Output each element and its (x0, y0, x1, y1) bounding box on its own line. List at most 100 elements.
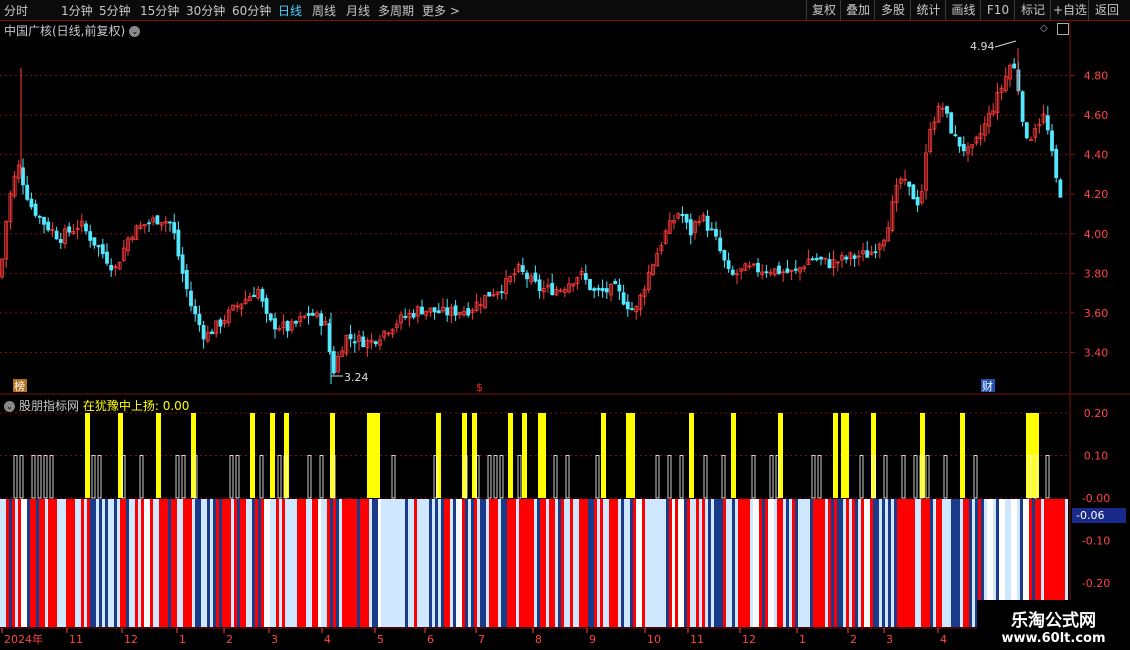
candle-body (873, 251, 878, 254)
candle-body (361, 336, 366, 348)
negative-bar (891, 499, 894, 627)
negative-bar (969, 499, 972, 627)
negative-bar (213, 499, 216, 627)
negative-bar (888, 499, 891, 627)
logo-line2: www.60lt.com (1001, 631, 1106, 646)
negative-bar (39, 499, 42, 627)
candle-body (285, 321, 290, 332)
negative-bar (510, 499, 513, 627)
negative-bar (636, 499, 639, 627)
negative-bar (561, 499, 564, 627)
positive-bar-white (139, 455, 144, 499)
negative-bar (606, 499, 609, 627)
candle-body (819, 256, 823, 260)
positive-bar-white (655, 455, 660, 499)
negative-bar (396, 499, 399, 627)
negative-bar (840, 499, 843, 627)
negative-bar (465, 499, 468, 627)
negative-bar (273, 499, 276, 627)
negative-bar (828, 499, 831, 627)
negative-bar (141, 499, 144, 627)
candle-body (453, 305, 458, 316)
negative-bar (324, 499, 327, 627)
negative-bar (960, 499, 963, 627)
candle-body (604, 288, 609, 293)
negative-bar (651, 499, 654, 627)
negative-bar (546, 499, 549, 627)
current-value-badge: -0.06 (1072, 508, 1126, 523)
negative-bar (861, 499, 864, 627)
negative-bar (9, 499, 12, 627)
positive-bar-white (13, 455, 18, 499)
negative-bar (312, 499, 315, 627)
negative-bar (36, 499, 39, 627)
positive-bar-white (751, 455, 756, 499)
candle-body (949, 112, 954, 134)
x-tick-label: 3 (886, 633, 893, 646)
positive-bar-yellow (630, 413, 635, 498)
negative-bar (852, 499, 855, 627)
candle-body (268, 313, 273, 321)
negative-bar (825, 499, 828, 627)
negative-bar (720, 499, 723, 627)
candle-body (33, 203, 38, 216)
candle-body (726, 260, 731, 269)
x-tick-label: 6 (427, 633, 434, 646)
negative-bar (333, 499, 336, 627)
negative-bar (198, 499, 201, 627)
negative-bar (429, 499, 432, 627)
indicator-tick-label: -0.00 (1082, 492, 1110, 505)
x-tick-label: 7 (478, 633, 485, 646)
positive-bar-white (913, 455, 918, 499)
positive-bar-white (19, 455, 24, 499)
candle-body (520, 265, 525, 273)
negative-bar (489, 499, 492, 627)
negative-bar (453, 499, 456, 627)
negative-bar (105, 499, 108, 627)
candle-body (1058, 179, 1063, 198)
candle-body (764, 271, 769, 274)
candle-body (810, 258, 815, 261)
y-tick-label: 4.40 (1084, 149, 1109, 162)
negative-bar (291, 499, 294, 627)
negative-bar (354, 499, 357, 627)
candle-body (201, 325, 206, 340)
negative-bar (303, 499, 306, 627)
candle-body (252, 294, 256, 298)
y-tick-label: 3.40 (1084, 346, 1109, 359)
negative-bar (24, 499, 27, 627)
negative-bar (885, 499, 888, 627)
candle-body (911, 184, 916, 200)
positive-bar-white (487, 455, 492, 499)
negative-bar (480, 499, 483, 627)
positive-bar-yellow (689, 413, 694, 498)
negative-bar (150, 499, 153, 627)
negative-bar (72, 499, 75, 627)
candle-body (1054, 148, 1059, 179)
candle-body (1050, 130, 1054, 152)
candle-body (714, 229, 718, 237)
positive-bar-yellow (601, 413, 606, 498)
negative-bar (81, 499, 84, 627)
indicator-tick-label: 0.20 (1084, 407, 1109, 420)
candle-body (1020, 91, 1025, 122)
negative-bar (231, 499, 234, 627)
negative-bar (255, 499, 258, 627)
candle-body (84, 223, 88, 232)
negative-bar (57, 499, 60, 627)
candle-body (793, 268, 798, 271)
chart-area: 4.80 4.60 4.40 4.20 4.00 3.80 3.60 3.40 4.94 3.24… (0, 20, 1130, 646)
negative-bar (75, 499, 78, 627)
x-tick-label: 11 (69, 633, 83, 646)
positive-bar-yellow (375, 413, 380, 498)
y-tick-label: 4.80 (1084, 70, 1109, 83)
x-tick-label: 5 (377, 633, 384, 646)
negative-bar (87, 499, 90, 627)
negative-bar (123, 499, 126, 627)
x-tick-label: 11 (690, 633, 704, 646)
positive-bar-yellow (156, 413, 161, 498)
negative-bar (129, 499, 132, 627)
negative-bar (804, 499, 807, 627)
negative-bar (168, 499, 171, 627)
positive-bar-white (391, 455, 396, 499)
